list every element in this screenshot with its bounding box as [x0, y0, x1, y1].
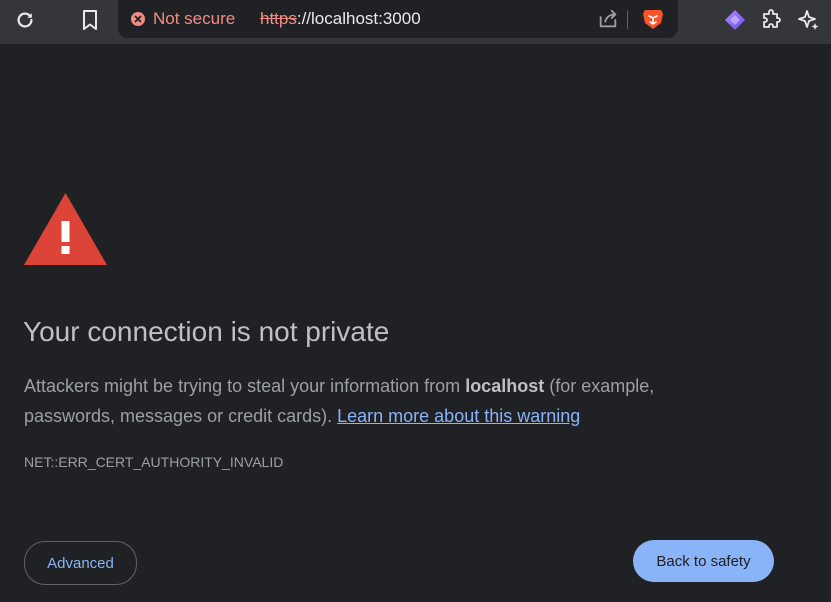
- learn-more-link[interactable]: Learn more about this warning: [337, 406, 580, 426]
- advanced-button[interactable]: Advanced: [24, 541, 137, 585]
- browser-toolbar: Not secure https://localhost:3000: [0, 0, 831, 44]
- interstitial-page: Your connection is not private Attackers…: [0, 44, 831, 602]
- warning-triangle-icon: [24, 193, 107, 265]
- address-bar[interactable]: Not secure https://localhost:3000: [118, 0, 678, 38]
- back-to-safety-button[interactable]: Back to safety: [633, 540, 774, 582]
- not-secure-label[interactable]: Not secure: [153, 9, 235, 29]
- explanation-prefix: Attackers might be trying to steal your …: [24, 376, 466, 396]
- omnibox-divider: [627, 10, 628, 29]
- share-icon[interactable]: [594, 5, 622, 33]
- url-host: localhost:3000: [311, 9, 421, 28]
- url-separator: ://: [296, 9, 312, 28]
- brave-lion-icon[interactable]: [639, 5, 667, 33]
- bookmark-icon[interactable]: [76, 6, 104, 34]
- puzzle-icon[interactable]: [758, 6, 786, 34]
- not-secure-icon[interactable]: [131, 12, 145, 26]
- sparkle-icon[interactable]: [795, 6, 823, 34]
- reload-icon[interactable]: [11, 6, 39, 34]
- url-text[interactable]: https://localhost:3000: [260, 9, 421, 29]
- host-name: localhost: [465, 376, 545, 396]
- warning-explanation: Attackers might be trying to steal your …: [24, 371, 744, 431]
- error-code[interactable]: NET::ERR_CERT_AUTHORITY_INVALID: [24, 454, 283, 470]
- url-scheme: https: [260, 9, 297, 28]
- leo-ai-icon[interactable]: [721, 6, 749, 34]
- page-title: Your connection is not private: [23, 316, 390, 347]
